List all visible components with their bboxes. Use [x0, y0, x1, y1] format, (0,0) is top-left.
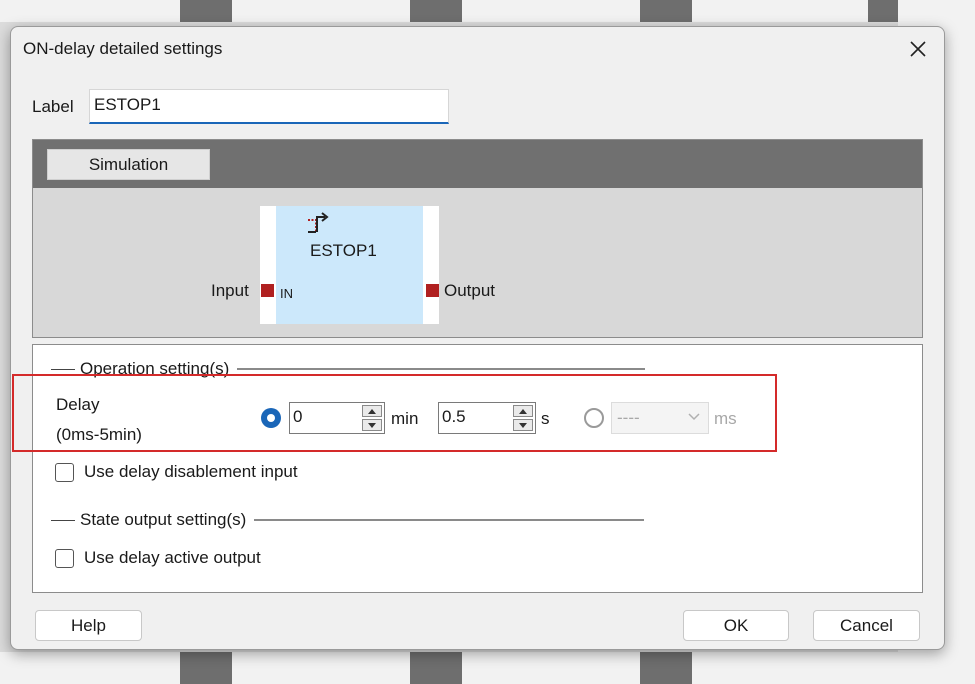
pin-in-label: IN: [280, 286, 293, 301]
input-label: Input: [211, 281, 249, 300]
ok-button[interactable]: OK: [683, 610, 789, 641]
close-button[interactable]: [904, 35, 932, 63]
bg-block: [180, 0, 232, 22]
bg-block: [0, 0, 180, 22]
dialog-title: ON-delay detailed settings: [23, 39, 223, 58]
label-input[interactable]: ESTOP1: [89, 89, 449, 124]
on-delay-settings-dialog: ON-delay detailed settings Label ESTOP1 …: [10, 26, 945, 650]
bg-block: [640, 0, 692, 22]
label-caption: Label: [32, 97, 74, 116]
delay-active-output-checkbox[interactable]: [55, 549, 74, 568]
bg-block: [640, 652, 692, 684]
close-icon: [910, 41, 926, 57]
bg-block: [232, 0, 410, 22]
simulation-panel: Simulation ESTOP1 IN Input Output: [32, 139, 923, 338]
bg-block: [180, 652, 232, 684]
section-rule: [51, 368, 75, 370]
simulation-button[interactable]: Simulation: [47, 149, 210, 180]
delay-active-output-label: Use delay active output: [84, 548, 261, 567]
state-output-section-header: State output setting(s): [51, 510, 645, 530]
bg-block: [410, 0, 462, 22]
bg-block: [462, 0, 640, 22]
bg-block: [232, 652, 410, 684]
function-block-name: ESTOP1: [310, 241, 377, 260]
output-label: Output: [444, 281, 496, 300]
simulation-toolbar: Simulation: [33, 140, 922, 188]
delay-disablement-checkbox[interactable]: [55, 463, 74, 482]
delay-disablement-label: Use delay disablement input: [84, 462, 298, 481]
section-rule: [237, 368, 646, 370]
help-button[interactable]: Help: [35, 610, 142, 641]
bg-block: [410, 652, 462, 684]
cancel-button[interactable]: Cancel: [813, 610, 920, 641]
section-rule: [254, 519, 645, 521]
output-pin[interactable]: [426, 284, 439, 297]
bg-block: [0, 652, 180, 684]
function-block[interactable]: [276, 206, 423, 324]
bg-block: [692, 0, 868, 22]
input-pin[interactable]: [261, 284, 274, 297]
title-bar: ON-delay detailed settings: [11, 27, 944, 71]
bg-block: [868, 0, 898, 22]
on-delay-icon: [308, 212, 329, 233]
bg-block: [462, 652, 640, 684]
state-output-section-title: State output setting(s): [80, 510, 247, 529]
highlight-box: [12, 374, 777, 452]
section-rule: [51, 519, 75, 521]
